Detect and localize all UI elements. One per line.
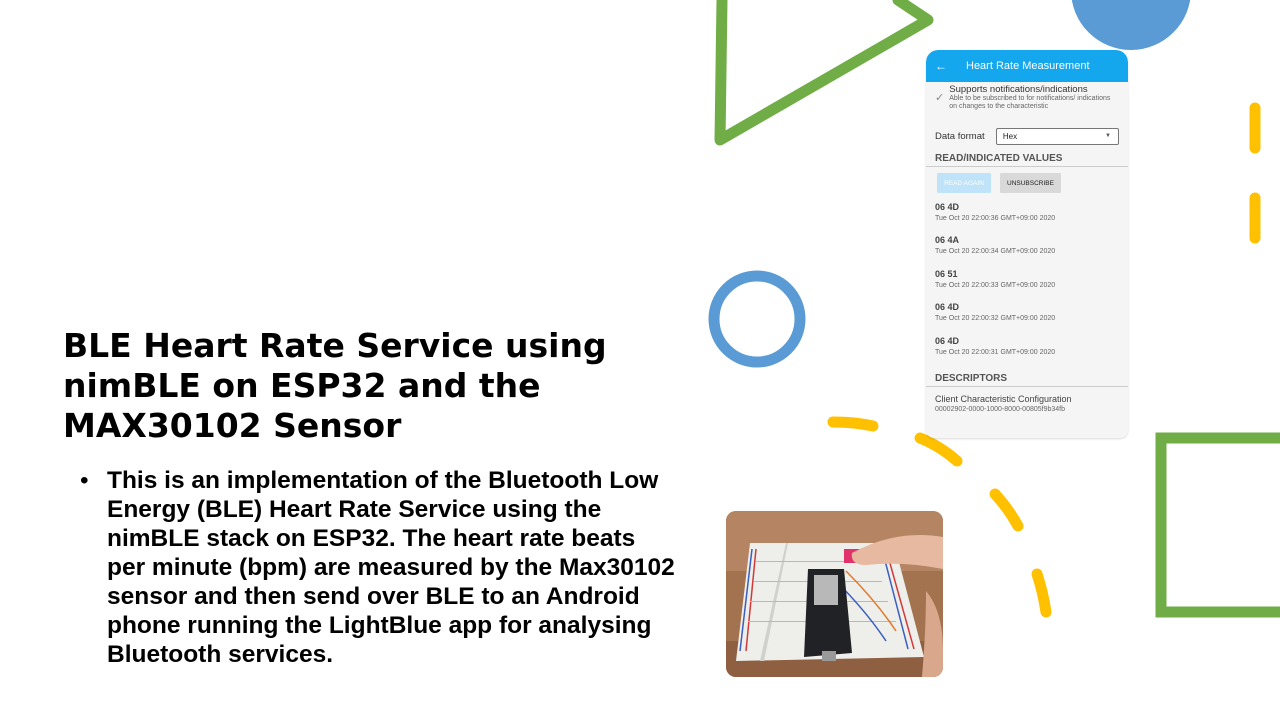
values-list: 06 4D Tue Oct 20 22:00:36 GMT+09:00 2020…	[926, 200, 1128, 367]
green-triangle-shape	[714, 0, 934, 146]
bullet-marker: •	[80, 467, 89, 494]
back-arrow-icon[interactable]: ←	[935, 59, 966, 73]
values-section-header: READ/INDICATED VALUES	[926, 151, 1128, 167]
value-timestamp: Tue Oct 20 22:00:36 GMT+09:00 2020	[935, 215, 1056, 222]
value-hex: 06 4D	[935, 202, 960, 212]
bullet-text: This is an implementation of the Bluetoo…	[107, 467, 675, 668]
supports-title: Supports notifications/indications	[949, 84, 1088, 95]
list-item: 06 4A Tue Oct 20 22:00:34 GMT+09:00 2020	[935, 233, 1119, 266]
app-bar: ← Heart Rate Measurement	[926, 50, 1128, 82]
read-again-button[interactable]: READ AGAIN	[937, 173, 991, 193]
blue-filled-circle	[1071, 0, 1191, 50]
data-format-value: Hex	[1002, 131, 1018, 141]
descriptors-section-header: DESCRIPTORS	[926, 371, 1128, 387]
app-bar-title: Heart Rate Measurement	[966, 60, 1090, 72]
slide-bullet: • This is an implementation of the Bluet…	[80, 466, 680, 669]
value-hex: 06 51	[935, 268, 958, 279]
list-item: 06 4D Tue Oct 20 22:00:31 GMT+09:00 2020	[935, 334, 1119, 367]
supports-description: Able to be subscribed to for notificatio…	[949, 95, 1111, 110]
unsubscribe-button[interactable]: UNSUBSCRIBE	[1000, 173, 1061, 193]
value-timestamp: Tue Oct 20 22:00:31 GMT+09:00 2020	[935, 348, 1056, 356]
value-timestamp: Tue Oct 20 22:00:32 GMT+09:00 2020	[935, 315, 1056, 323]
list-item: 06 4D Tue Oct 20 22:00:36 GMT+09:00 2020	[935, 200, 1119, 233]
value-hex: 06 4D	[935, 335, 960, 346]
check-icon: ✓	[935, 92, 945, 104]
blue-ring-circle	[708, 270, 806, 368]
breadboard-esp32-illustration	[726, 511, 943, 677]
descriptor-uuid: 00002902-0000-1000-8000-00805f9b34fb	[935, 405, 1066, 413]
list-item: 06 4D Tue Oct 20 22:00:32 GMT+09:00 2020	[935, 300, 1119, 333]
value-hex: 06 4D	[935, 302, 960, 313]
data-format-label: Data format	[935, 130, 985, 142]
list-item: 06 51 Tue Oct 20 22:00:33 GMT+09:00 2020	[935, 267, 1119, 300]
values-action-buttons: READ AGAIN UNSUBSCRIBE	[926, 167, 1128, 197]
value-timestamp: Tue Oct 20 22:00:33 GMT+09:00 2020	[935, 281, 1056, 289]
green-square-outline	[1155, 432, 1280, 618]
value-timestamp: Tue Oct 20 22:00:34 GMT+09:00 2020	[935, 248, 1056, 256]
breadboard-photo	[726, 511, 943, 677]
supports-notifications-row: ✓ Supports notifications/indications Abl…	[926, 82, 1128, 116]
dropdown-caret-icon: ▼	[1105, 133, 1111, 139]
descriptor-name: Client Characteristic Configuration	[935, 393, 1072, 404]
descriptor-item[interactable]: Client Characteristic Configuration 0000…	[926, 387, 1128, 415]
value-hex: 06 4A	[935, 235, 960, 246]
data-format-row: Data format Hex ▼	[926, 121, 1128, 151]
lightblue-phone-screenshot: ← Heart Rate Measurement ✓ Supports noti…	[926, 50, 1128, 438]
data-format-select[interactable]: Hex ▼	[995, 127, 1119, 145]
slide-title: BLE Heart Rate Service using nimBLE on E…	[63, 326, 607, 445]
